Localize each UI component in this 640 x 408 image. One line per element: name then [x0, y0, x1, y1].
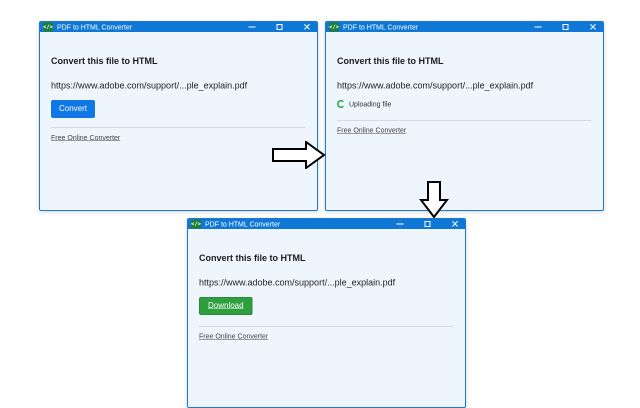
file-url: https://www.adobe.com/support/...ple_exp… — [199, 277, 396, 288]
free-online-converter-link[interactable]: Free Online Converter — [199, 332, 268, 340]
minimize-icon — [248, 26, 256, 28]
minimize-icon — [534, 26, 542, 28]
free-online-converter-link[interactable]: Free Online Converter — [337, 126, 406, 134]
maximize-icon — [424, 221, 431, 227]
maximize-button[interactable] — [556, 22, 576, 32]
maximize-button[interactable] — [418, 219, 438, 229]
divider — [199, 326, 453, 327]
minimize-button[interactable] — [390, 219, 410, 229]
title-bar[interactable]: </> PDF to HTML Converter ✕ — [40, 22, 317, 32]
maximize-icon — [276, 24, 283, 30]
converter-window-download: </> PDF to HTML Converter ✕ Convert this… — [187, 218, 466, 408]
window-title: PDF to HTML Converter — [57, 23, 133, 31]
upload-status: Uploading file — [337, 100, 603, 108]
upload-status-text: Uploading file — [349, 100, 392, 108]
converter-window-uploading: </> PDF to HTML Converter ✕ Convert this… — [325, 21, 604, 211]
divider — [337, 120, 591, 121]
close-button[interactable]: ✕ — [445, 219, 465, 229]
close-button[interactable]: ✕ — [583, 22, 603, 32]
maximize-button[interactable] — [270, 22, 290, 32]
minimize-icon — [396, 223, 404, 225]
close-icon: ✕ — [588, 21, 598, 33]
spinner-icon — [337, 100, 345, 108]
close-icon: ✕ — [302, 21, 312, 33]
window-content: Convert this file to HTML https://www.ad… — [326, 56, 603, 135]
close-icon: ✕ — [450, 218, 460, 230]
divider — [51, 127, 305, 128]
page-heading: Convert this file to HTML — [337, 56, 444, 66]
window-content: Convert this file to HTML https://www.ad… — [188, 253, 465, 341]
code-icon: </> — [329, 22, 339, 32]
maximize-icon — [562, 24, 569, 30]
code-icon: </> — [43, 22, 53, 32]
title-bar[interactable]: </> PDF to HTML Converter ✕ — [326, 22, 603, 32]
close-button[interactable]: ✕ — [297, 22, 317, 32]
page-heading: Convert this file to HTML — [199, 253, 306, 263]
window-title: PDF to HTML Converter — [205, 220, 281, 228]
code-icon: </> — [191, 219, 201, 229]
minimize-button[interactable] — [242, 22, 262, 32]
minimize-button[interactable] — [528, 22, 548, 32]
page-heading: Convert this file to HTML — [51, 56, 158, 66]
converter-window-initial: </> PDF to HTML Converter ✕ Convert this… — [39, 21, 318, 211]
convert-button[interactable]: Convert — [51, 100, 96, 118]
window-title: PDF to HTML Converter — [343, 23, 419, 31]
title-bar[interactable]: </> PDF to HTML Converter ✕ — [188, 219, 465, 229]
window-content: Convert this file to HTML https://www.ad… — [40, 56, 317, 143]
free-online-converter-link[interactable]: Free Online Converter — [51, 134, 120, 142]
arrow-down-icon — [419, 181, 449, 219]
download-button[interactable]: Download — [199, 297, 253, 315]
file-url: https://www.adobe.com/support/...ple_exp… — [337, 80, 534, 91]
file-url: https://www.adobe.com/support/...ple_exp… — [51, 80, 248, 91]
arrow-right-icon — [272, 141, 326, 169]
